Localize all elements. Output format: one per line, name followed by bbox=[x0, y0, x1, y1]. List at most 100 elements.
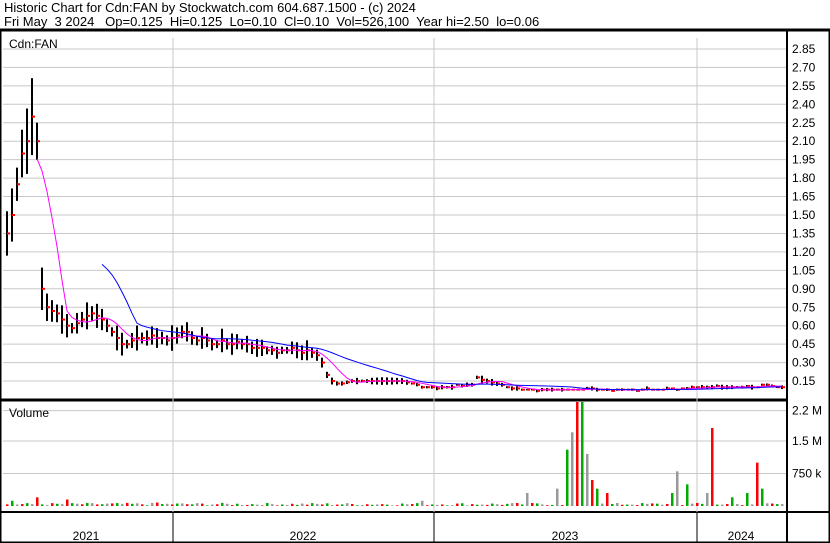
price-tick-label: 0.30 bbox=[792, 356, 816, 370]
volume-bar bbox=[701, 503, 704, 506]
stock-chart: Historic Chart for Cdn:FAN by Stockwatch… bbox=[0, 0, 830, 543]
volume-bar bbox=[436, 504, 439, 506]
close-tick bbox=[477, 376, 480, 379]
price-tick-label: 0.15 bbox=[792, 374, 816, 388]
volume-bar bbox=[111, 503, 114, 506]
frame bbox=[0, 28, 830, 543]
close-tick bbox=[517, 387, 520, 390]
volume-bar bbox=[566, 449, 569, 506]
close-tick bbox=[227, 343, 230, 346]
volume-bar bbox=[471, 504, 474, 506]
volume-bar bbox=[116, 503, 119, 506]
volume-bar bbox=[716, 504, 719, 506]
volume-bar bbox=[416, 503, 419, 506]
volume-bar bbox=[726, 504, 729, 506]
volume-bar bbox=[351, 504, 354, 506]
volume-bar bbox=[741, 505, 744, 506]
close-tick bbox=[337, 382, 340, 385]
close-tick bbox=[312, 351, 315, 354]
volume-bar bbox=[596, 488, 599, 506]
close-tick bbox=[217, 343, 220, 346]
volume-bar bbox=[681, 505, 684, 506]
volume-bar bbox=[676, 471, 679, 506]
volume-tick-label: 750 k bbox=[792, 467, 822, 481]
volume-bar bbox=[76, 503, 79, 506]
volume-bar bbox=[441, 504, 444, 506]
volume-bar bbox=[561, 505, 564, 506]
volume-bar bbox=[501, 504, 504, 506]
close-tick bbox=[177, 334, 180, 337]
volume-bar bbox=[461, 503, 464, 506]
volume-bar bbox=[591, 480, 594, 506]
close-tick bbox=[522, 388, 525, 391]
volume-bar bbox=[606, 493, 609, 506]
volume-bar bbox=[771, 503, 774, 506]
close-tick bbox=[322, 361, 325, 364]
volume-bar bbox=[401, 503, 404, 506]
close-tick bbox=[77, 322, 80, 325]
close-tick bbox=[237, 340, 240, 343]
volume-bar bbox=[691, 503, 694, 506]
volume-bar bbox=[241, 505, 244, 506]
close-tick bbox=[57, 312, 60, 315]
close-tick bbox=[272, 349, 275, 352]
close-tick bbox=[257, 346, 260, 349]
volume-bar bbox=[611, 503, 614, 506]
volume-bar bbox=[166, 503, 169, 506]
close-tick bbox=[317, 354, 320, 357]
price-tick-label: 1.65 bbox=[792, 190, 816, 204]
volume-bar bbox=[196, 503, 199, 506]
volume-bar bbox=[361, 505, 364, 506]
close-tick bbox=[762, 383, 765, 386]
volume-bar bbox=[226, 503, 229, 506]
volume-bar bbox=[731, 497, 734, 506]
close-tick bbox=[252, 346, 255, 349]
volume-bar bbox=[326, 503, 329, 506]
close-tick bbox=[267, 349, 270, 352]
volume-bar bbox=[126, 502, 129, 506]
volume-bar bbox=[391, 505, 394, 506]
close-tick bbox=[12, 214, 15, 216]
volume-bar bbox=[56, 503, 59, 506]
volume-bar bbox=[286, 505, 289, 506]
volume-bar bbox=[346, 503, 349, 506]
price-tick-label: 1.05 bbox=[792, 263, 816, 277]
price-tick-label: 1.35 bbox=[792, 226, 816, 240]
volume-bar bbox=[246, 504, 249, 506]
short-moving-average bbox=[36, 158, 782, 391]
volume-bar bbox=[656, 503, 659, 506]
volume-bar bbox=[366, 504, 369, 506]
close-tick bbox=[767, 383, 770, 386]
year-label: 2023 bbox=[552, 529, 579, 543]
price-tick-label: 1.50 bbox=[792, 208, 816, 222]
volume-bar bbox=[236, 503, 239, 506]
close-tick bbox=[527, 388, 530, 391]
volume-bar bbox=[631, 504, 634, 506]
volume-bar bbox=[66, 499, 69, 506]
volume-bar bbox=[61, 504, 64, 506]
close-tick bbox=[187, 330, 190, 333]
volume-bar bbox=[636, 505, 639, 506]
volume-bar bbox=[181, 503, 184, 506]
close-tick bbox=[417, 383, 420, 386]
close-tick bbox=[612, 389, 615, 392]
volume-bar bbox=[551, 504, 554, 506]
year-label: 2024 bbox=[728, 529, 755, 543]
volume-bar bbox=[466, 505, 469, 506]
volume-bar bbox=[311, 503, 314, 506]
volume-bar bbox=[576, 402, 579, 506]
volume-bar bbox=[671, 493, 674, 506]
volume-bar bbox=[211, 504, 214, 506]
volume-bar bbox=[91, 503, 94, 506]
volume-bar bbox=[101, 504, 104, 506]
volume-bar bbox=[176, 503, 179, 506]
volume-bar bbox=[256, 504, 259, 506]
volume-bar bbox=[571, 432, 574, 506]
year-label: 2022 bbox=[290, 529, 317, 543]
close-tick bbox=[32, 115, 35, 118]
close-tick bbox=[122, 343, 125, 346]
volume-bar bbox=[711, 428, 714, 506]
close-tick bbox=[22, 152, 25, 155]
close-tick bbox=[197, 339, 200, 342]
price-tick-label: 2.10 bbox=[792, 134, 816, 148]
